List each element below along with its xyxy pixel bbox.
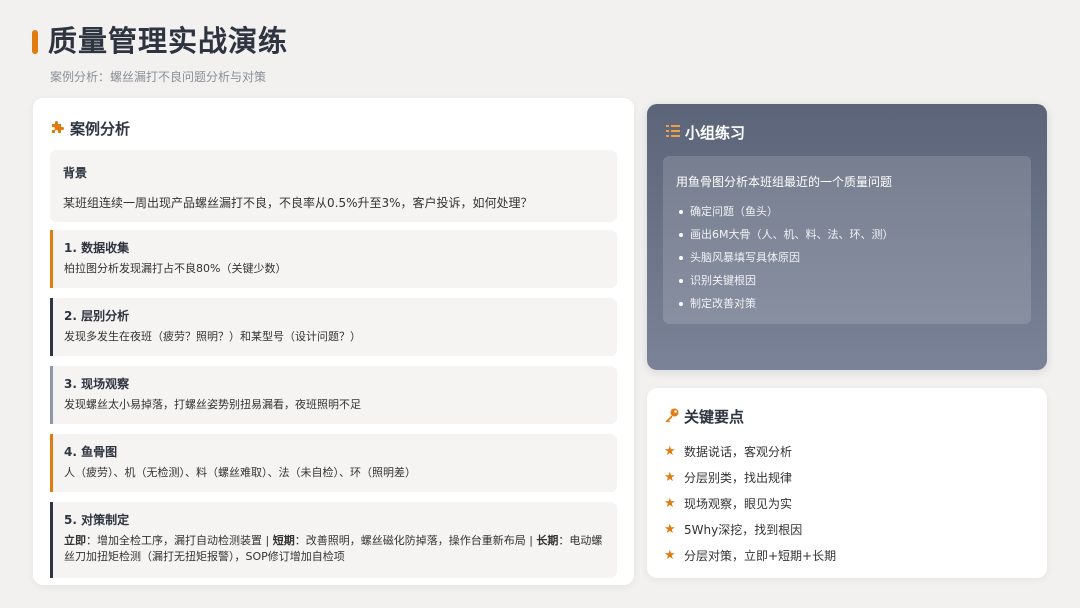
case-analysis-title: 案例分析 (70, 120, 131, 138)
star-icon: ★ (664, 521, 676, 537)
short-term-keyword: 短期 (272, 534, 295, 547)
key-icon (664, 407, 680, 426)
step-label: 2. 层别分析 (64, 309, 130, 323)
step-text: 人（疲劳）、机（无检测）、料（螺丝难取）、法（未自检）、环（照明差） (64, 466, 416, 479)
step-site-observation: 3. 现场观察 发现螺丝太小易掉落，打螺丝姿势别扭易漏看，夜班照明不足 (50, 366, 617, 424)
step-stratification: 2. 层别分析 发现多发生在夜班（疲劳？照明？）和某型号（设计问题？） (50, 298, 617, 356)
list-item: 识别关键根因 (676, 269, 1018, 292)
list-item: ★ 分层别类，找出规律 (664, 464, 836, 490)
practice-box: 用鱼骨图分析本班组最近的一个质量问题 确定问题（鱼头） 画出6M大骨（人、机、料… (663, 156, 1031, 324)
background-text: 某班组连续一周出现产品螺丝漏打不良，不良率从0.5%升至3%，客户投诉，如何处理… (63, 196, 533, 210)
list-item: 制定改善对策 (676, 292, 1018, 315)
title-accent-bar (32, 30, 38, 54)
background-label: 背景 (63, 166, 88, 180)
key-point-text: 分层别类，找出规律 (684, 470, 793, 485)
case-analysis-card: 案例分析 背景 某班组连续一周出现产品螺丝漏打不良，不良率从0.5%升至3%，客… (33, 98, 634, 585)
long-term-keyword: 长期 (536, 534, 559, 547)
key-point-text: 数据说话，客观分析 (684, 444, 793, 459)
immediate-keyword: 立即 (64, 534, 86, 547)
star-icon: ★ (664, 443, 676, 459)
list-icon (665, 123, 681, 142)
step-label: 5. 对策制定 (64, 513, 130, 527)
step-text: 柏拉图分析发现漏打占不良80%（关键少数） (64, 262, 287, 275)
key-point-text: 分层对策，立即+短期+长期 (684, 548, 837, 563)
step-countermeasures: 5. 对策制定 立即：增加全检工序，漏打自动检测装置 | 短期：改善照明，螺丝磁… (50, 502, 617, 578)
list-item: 确定问题（鱼头） (676, 200, 1018, 223)
step-label: 3. 现场观察 (64, 377, 130, 391)
key-points-title: 关键要点 (684, 408, 745, 426)
list-item: 画出6M大骨（人、机、料、法、环、测） (676, 223, 1018, 246)
key-point-text: 现场观察，眼见为实 (684, 496, 793, 511)
group-practice-card: 小组练习 用鱼骨图分析本班组最近的一个质量问题 确定问题（鱼头） 画出6M大骨（… (647, 104, 1047, 370)
key-points-card: 关键要点 ★ 数据说话，客观分析 ★ 分层别类，找出规律 ★ 现场观察，眼见为实 ★ 5… (647, 388, 1047, 578)
group-practice-header: 小组练习 (665, 122, 745, 143)
list-item: ★ 现场观察，眼见为实 (664, 490, 836, 516)
list-item: ★ 分层对策，立即+短期+长期 (664, 542, 836, 568)
step-fishbone: 4. 鱼骨图 人（疲劳）、机（无检测）、料（螺丝难取）、法（未自检）、环（照明差… (50, 434, 617, 492)
practice-list: 确定问题（鱼头） 画出6M大骨（人、机、料、法、环、测） 头脑风暴填写具体原因 … (676, 200, 1018, 315)
step-label: 1. 数据收集 (64, 241, 130, 255)
list-item: ★ 数据说话，客观分析 (664, 438, 836, 464)
puzzle-icon (50, 119, 66, 138)
key-points-list: ★ 数据说话，客观分析 ★ 分层别类，找出规律 ★ 现场观察，眼见为实 ★ 5Why深挖… (664, 438, 836, 568)
page-subtitle: 案例分析：螺丝漏打不良问题分析与对策 (50, 70, 267, 84)
short-term-text: ：改善照明，螺丝磁化防掉落，操作台重新布局 | (294, 534, 537, 547)
key-points-header: 关键要点 (664, 406, 744, 427)
key-point-text: 5Why深挖，找到根因 (684, 522, 803, 537)
list-item: 头脑风暴填写具体原因 (676, 246, 1018, 269)
star-icon: ★ (664, 547, 676, 563)
step-data-collection: 1. 数据收集 柏拉图分析发现漏打占不良80%（关键少数） (50, 230, 617, 288)
step-text: 立即：增加全检工序，漏打自动检测装置 | 短期：改善照明，螺丝磁化防掉落，操作台… (64, 533, 606, 565)
list-item: ★ 5Why深挖，找到根因 (664, 516, 836, 542)
step-text: 发现螺丝太小易掉落，打螺丝姿势别扭易漏看，夜班照明不足 (64, 398, 361, 411)
step-label: 4. 鱼骨图 (64, 445, 118, 459)
background-box: 背景 某班组连续一周出现产品螺丝漏打不良，不良率从0.5%升至3%，客户投诉，如… (50, 150, 617, 222)
case-analysis-header: 案例分析 (50, 118, 130, 139)
step-text: 发现多发生在夜班（疲劳？照明？）和某型号（设计问题？） (64, 330, 361, 343)
page-title: 质量管理实战演练 (48, 24, 289, 58)
star-icon: ★ (664, 469, 676, 485)
star-icon: ★ (664, 495, 676, 511)
practice-lead: 用鱼骨图分析本班组最近的一个质量问题 (676, 175, 893, 189)
group-practice-title: 小组练习 (685, 124, 746, 142)
immediate-text: ：增加全检工序，漏打自动检测装置 | (86, 534, 273, 547)
